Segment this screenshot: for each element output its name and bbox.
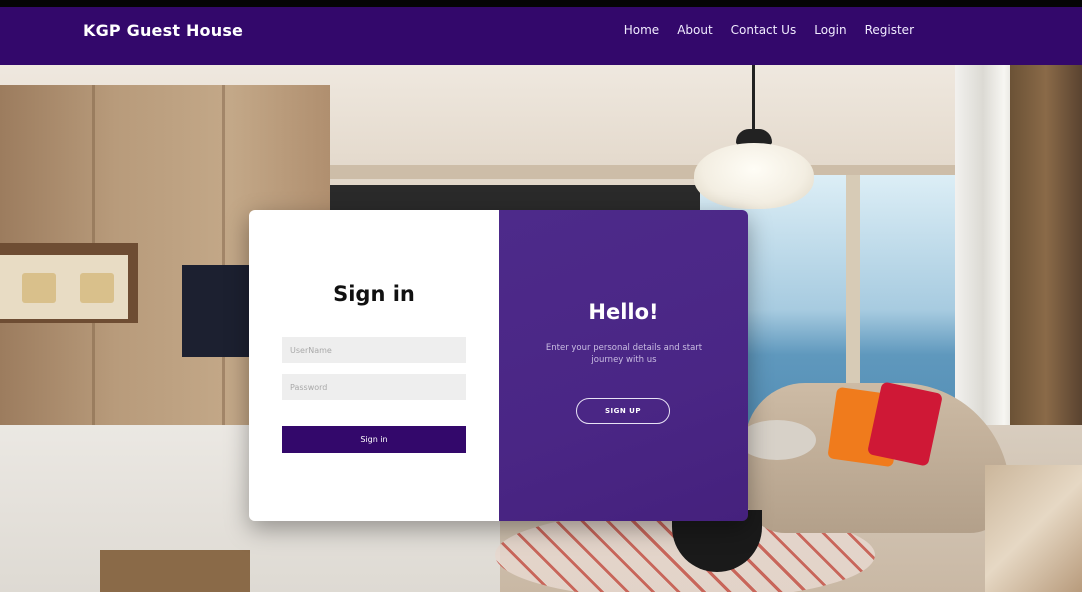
shelf-decor [80,273,114,303]
nav-link-about[interactable]: About [677,23,712,37]
nav-link-login[interactable]: Login [814,23,846,37]
signin-form: Sign in Sign in [249,210,499,521]
nav-link-contact-us[interactable]: Contact Us [731,23,797,37]
login-card: Sign in Sign in Hello! Enter your person… [249,210,748,521]
bed-footboard [100,550,250,592]
nav-links: Home About Contact Us Login Register [624,23,914,37]
wall-tv [182,265,252,357]
shelf-decor [22,273,56,303]
signin-button[interactable]: Sign in [282,426,466,453]
marble-counter [985,465,1082,592]
signup-button[interactable]: SIGN UP [576,398,670,424]
signup-overlay-panel: Hello! Enter your personal details and s… [499,210,748,521]
hello-heading: Hello! [588,300,659,324]
navbar: KGP Guest House Home About Contact Us Lo… [0,7,1082,65]
pendant-lamp [694,143,814,209]
lamp-cord [752,65,755,135]
nav-link-register[interactable]: Register [865,23,914,37]
brand-logo-text[interactable]: KGP Guest House [83,21,243,40]
top-strip [0,0,1082,7]
username-input[interactable] [282,337,466,363]
signup-subtitle: Enter your personal details and start jo… [545,343,703,365]
password-input[interactable] [282,374,466,400]
signin-title: Sign in [333,282,415,306]
side-table-top [738,420,816,460]
nav-link-home[interactable]: Home [624,23,659,37]
